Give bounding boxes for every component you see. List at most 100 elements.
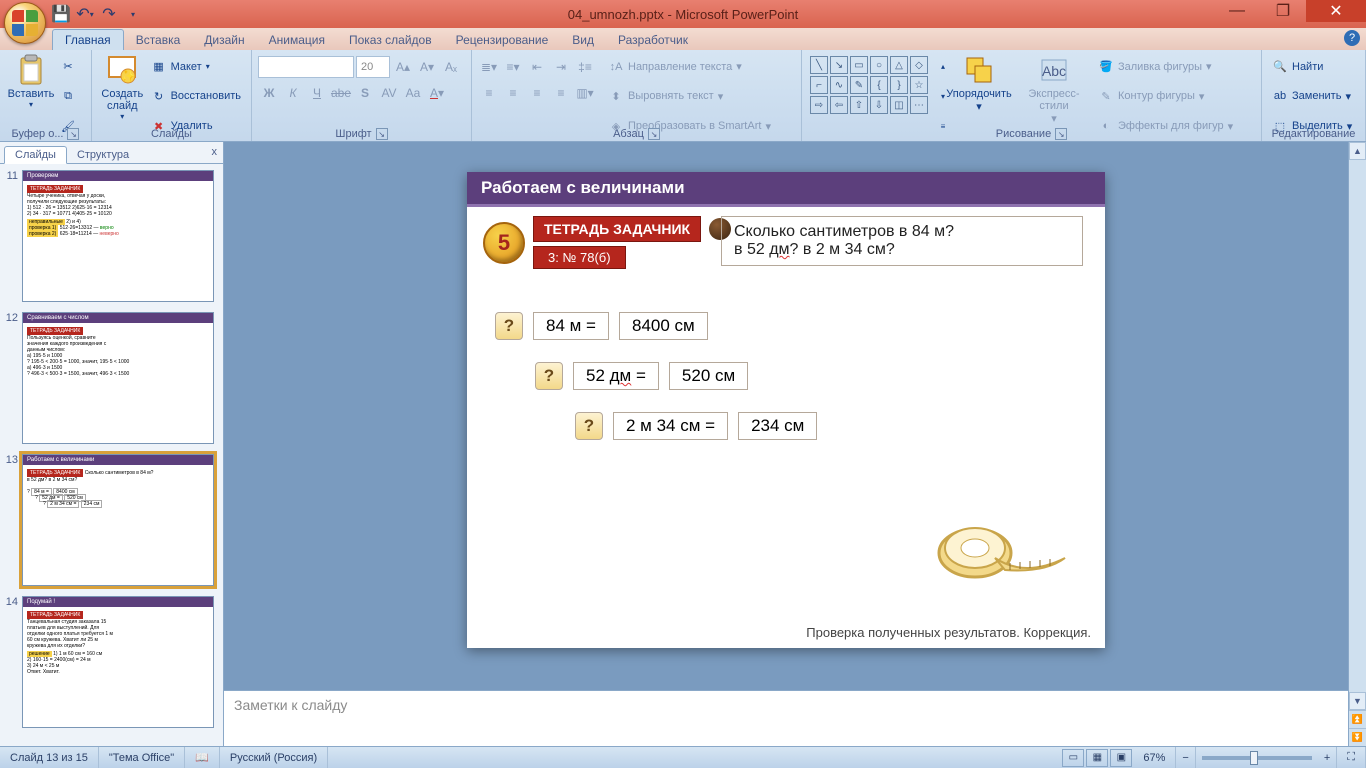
font-size-combo[interactable]: 20: [356, 56, 390, 78]
thumb-row[interactable]: 13 Работаем с величинами ТЕТРАДЬ ЗАДАЧНИ…: [4, 454, 219, 586]
prev-slide-button[interactable]: ⏫: [1349, 710, 1366, 728]
notes-pane[interactable]: Заметки к слайду: [224, 690, 1348, 746]
vertical-scrollbar[interactable]: ▲ ▼ ⏫ ⏬: [1348, 142, 1366, 746]
qmark-button[interactable]: ?: [575, 412, 603, 440]
tab-animation[interactable]: Анимация: [257, 30, 337, 50]
thumb-row[interactable]: 11 Проверяем ТЕТРАДЬ ЗАДАЧНИКЧетыре учен…: [4, 170, 219, 302]
qat-customize[interactable]: ▾: [124, 5, 142, 23]
justify-button[interactable]: ≡: [550, 82, 572, 104]
tab-developer[interactable]: Разработчик: [606, 30, 700, 50]
tab-review[interactable]: Рецензирование: [444, 30, 561, 50]
replace-button[interactable]: abЗаменить ▾: [1268, 85, 1359, 107]
tab-slides[interactable]: Слайды: [4, 146, 67, 164]
grow-font-button[interactable]: A▴: [392, 56, 414, 78]
align-text-button[interactable]: ⬍Выровнять текст ▾: [604, 85, 775, 107]
thumbnail-14[interactable]: Подумай ! ТЕТРАДЬ ЗАДАЧНИКТанцевальная с…: [22, 596, 214, 728]
reset-button[interactable]: ↻Восстановить: [147, 85, 245, 107]
zoom-slider[interactable]: [1202, 756, 1312, 760]
cut-button[interactable]: ✂: [56, 56, 80, 78]
shape-fill-button[interactable]: 🪣Заливка фигуры ▾: [1094, 56, 1237, 78]
thumbnail-11[interactable]: Проверяем ТЕТРАДЬ ЗАДАЧНИКЧетыре ученика…: [22, 170, 214, 302]
zoom-level[interactable]: 67%: [1133, 747, 1176, 768]
tab-design[interactable]: Дизайн: [192, 30, 256, 50]
thumbnail-13[interactable]: Работаем с величинами ТЕТРАДЬ ЗАДАЧНИК С…: [22, 454, 214, 586]
undo-button[interactable]: ↶▾: [76, 5, 94, 23]
strike-button[interactable]: abe: [330, 82, 352, 104]
find-button[interactable]: 🔍Найти: [1268, 56, 1359, 78]
thumb-row[interactable]: 14 Подумай ! ТЕТРАДЬ ЗАДАЧНИКТанцевальна…: [4, 596, 219, 728]
thumbnail-list[interactable]: 11 Проверяем ТЕТРАДЬ ЗАДАЧНИКЧетыре учен…: [0, 164, 223, 746]
shape-triangle-icon[interactable]: △: [890, 56, 908, 74]
shape-arrow2-icon[interactable]: ⇨: [810, 96, 828, 114]
shape-diamond-icon[interactable]: ◇: [910, 56, 928, 74]
numbering-button[interactable]: ≡▾: [502, 56, 524, 78]
outdent-button[interactable]: ⇤: [526, 56, 548, 78]
minimize-button[interactable]: —: [1214, 0, 1260, 22]
panel-close-button[interactable]: x: [212, 146, 218, 158]
shape-more-icon[interactable]: ⋯: [910, 96, 928, 114]
drawing-dialog[interactable]: ↘: [1055, 128, 1067, 140]
shape-arrow4-icon[interactable]: ⇧: [850, 96, 868, 114]
tab-slideshow[interactable]: Показ слайдов: [337, 30, 444, 50]
next-slide-button[interactable]: ⏬: [1349, 728, 1366, 746]
italic-button[interactable]: К: [282, 82, 304, 104]
clear-format-button[interactable]: Aₓ: [440, 56, 462, 78]
shape-curve-icon[interactable]: ∿: [830, 76, 848, 94]
line-spacing-button[interactable]: ‡≡: [574, 56, 596, 78]
font-dialog[interactable]: ↘: [376, 128, 388, 140]
scroll-track[interactable]: [1349, 160, 1366, 692]
thumb-row[interactable]: 12 Сравниваем с числом ТЕТРАДЬ ЗАДАЧНИКП…: [4, 312, 219, 444]
columns-button[interactable]: ▥▾: [574, 82, 596, 104]
qmark-button[interactable]: ?: [495, 312, 523, 340]
copy-button[interactable]: ⧉: [56, 85, 80, 107]
shadow-button[interactable]: S: [354, 82, 376, 104]
shape-bracket-icon[interactable]: }: [890, 76, 908, 94]
align-left-button[interactable]: ≡: [478, 82, 500, 104]
shape-arrow3-icon[interactable]: ⇦: [830, 96, 848, 114]
thumbnail-12[interactable]: Сравниваем с числом ТЕТРАДЬ ЗАДАЧНИКПоль…: [22, 312, 214, 444]
zoom-out-button[interactable]: −: [1176, 747, 1195, 768]
align-right-button[interactable]: ≡: [526, 82, 548, 104]
normal-view-button[interactable]: ▭: [1062, 749, 1084, 767]
save-button[interactable]: 💾: [52, 5, 70, 23]
shape-freeform-icon[interactable]: ✎: [850, 76, 868, 94]
paragraph-dialog[interactable]: ↘: [648, 128, 660, 140]
shape-arrow-icon[interactable]: ↘: [830, 56, 848, 74]
indent-button[interactable]: ⇥: [550, 56, 572, 78]
qmark-button[interactable]: ?: [535, 362, 563, 390]
canvas[interactable]: Работаем с величинами 5 ТЕТРАДЬ ЗАДАЧНИК…: [224, 142, 1348, 690]
scroll-down-button[interactable]: ▼: [1349, 692, 1366, 710]
underline-button[interactable]: Ч: [306, 82, 328, 104]
tab-view[interactable]: Вид: [560, 30, 606, 50]
tab-insert[interactable]: Вставка: [124, 30, 193, 50]
language-indicator[interactable]: Русский (Россия): [220, 747, 328, 768]
slideshow-view-button[interactable]: ▣: [1110, 749, 1132, 767]
shrink-font-button[interactable]: A▾: [416, 56, 438, 78]
maximize-button[interactable]: ❐: [1260, 0, 1306, 22]
shape-brace-icon[interactable]: {: [870, 76, 888, 94]
text-direction-button[interactable]: ↕AНаправление текста ▾: [604, 56, 775, 78]
fit-window-button[interactable]: ⛶: [1337, 747, 1366, 768]
shape-connector-icon[interactable]: ⌐: [810, 76, 828, 94]
shape-outline-button[interactable]: ✎Контур фигуры ▾: [1094, 85, 1237, 107]
shape-callout-icon[interactable]: ◫: [890, 96, 908, 114]
help-button[interactable]: ?: [1344, 30, 1360, 46]
sorter-view-button[interactable]: ▦: [1086, 749, 1108, 767]
shape-star-icon[interactable]: ☆: [910, 76, 928, 94]
shape-line-icon[interactable]: ╲: [810, 56, 828, 74]
font-family-combo[interactable]: [258, 56, 354, 78]
shape-oval-icon[interactable]: ○: [870, 56, 888, 74]
align-center-button[interactable]: ≡: [502, 82, 524, 104]
layout-button[interactable]: ▦Макет ▾: [147, 56, 245, 78]
tab-outline[interactable]: Структура: [67, 147, 139, 163]
shape-rect-icon[interactable]: ▭: [850, 56, 868, 74]
zoom-thumb[interactable]: [1250, 751, 1258, 765]
zoom-in-button[interactable]: +: [1318, 747, 1337, 768]
font-color-button[interactable]: A▾: [426, 82, 448, 104]
slide[interactable]: Работаем с величинами 5 ТЕТРАДЬ ЗАДАЧНИК…: [467, 172, 1105, 648]
shape-arrow5-icon[interactable]: ⇩: [870, 96, 888, 114]
tab-home[interactable]: Главная: [52, 29, 124, 50]
bold-button[interactable]: Ж: [258, 82, 280, 104]
scroll-up-button[interactable]: ▲: [1349, 142, 1366, 160]
office-button[interactable]: [4, 2, 46, 44]
